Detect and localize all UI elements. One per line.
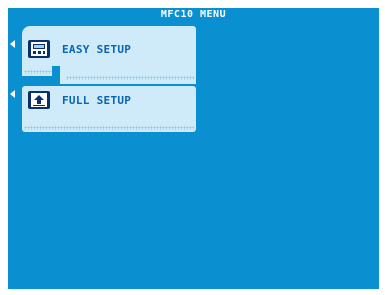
- divider-pattern: [24, 126, 194, 130]
- menu-item-label: FULL SETUP: [62, 94, 132, 107]
- left-arrow-icon[interactable]: [10, 90, 15, 98]
- menu-item-full-setup[interactable]: FULL SETUP: [22, 86, 196, 132]
- menu-item-easy-setup[interactable]: EASY SETUP: [22, 26, 196, 84]
- divider-pattern: [24, 70, 52, 74]
- divider-pattern: [66, 76, 194, 80]
- screen-title: MFC10 MENU: [160, 9, 227, 20]
- menu-item-label: EASY SETUP: [62, 43, 132, 56]
- setup-wizard-icon: [28, 40, 50, 58]
- setup-upload-icon: [28, 91, 50, 109]
- left-arrow-icon[interactable]: [10, 40, 15, 48]
- menu-screen: MFC10 MENU EASY SETUP FULL SETUP: [8, 8, 379, 289]
